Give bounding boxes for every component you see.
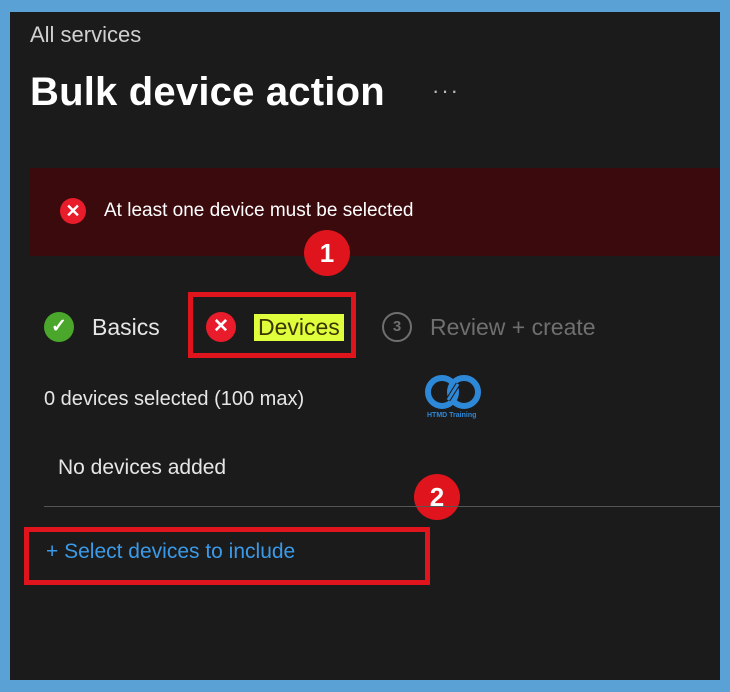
more-options-button[interactable]: ··· <box>432 78 460 104</box>
blade-panel: All services Bulk device action ··· ✕ At… <box>10 12 720 680</box>
breadcrumb[interactable]: All services <box>30 22 141 48</box>
error-message: At least one device must be selected <box>104 200 414 221</box>
tab-review-create-label: Review + create <box>430 313 596 340</box>
check-icon: ✓ <box>44 312 74 342</box>
tab-basics[interactable]: ✓ Basics <box>44 312 160 342</box>
annotation-callout-1: 1 <box>304 230 350 276</box>
error-x-icon: ✕ <box>60 198 86 224</box>
error-banner: ✕ At least one device must be selected <box>30 168 720 256</box>
logo-caption: HTMD Training <box>427 412 477 419</box>
step-3-icon: 3 <box>382 312 412 342</box>
empty-device-list-message: No devices added <box>58 456 227 479</box>
annotation-callout-2: 2 <box>414 474 460 520</box>
annotation-highlight-devices <box>188 292 356 358</box>
annotation-highlight-select-link <box>24 527 430 585</box>
page-title: Bulk device action <box>30 70 385 114</box>
selected-device-count: 0 devices selected (100 max) <box>44 388 305 410</box>
divider <box>44 506 720 507</box>
tab-review-create[interactable]: 3 Review + create <box>382 312 596 342</box>
tab-basics-label: Basics <box>92 313 160 340</box>
